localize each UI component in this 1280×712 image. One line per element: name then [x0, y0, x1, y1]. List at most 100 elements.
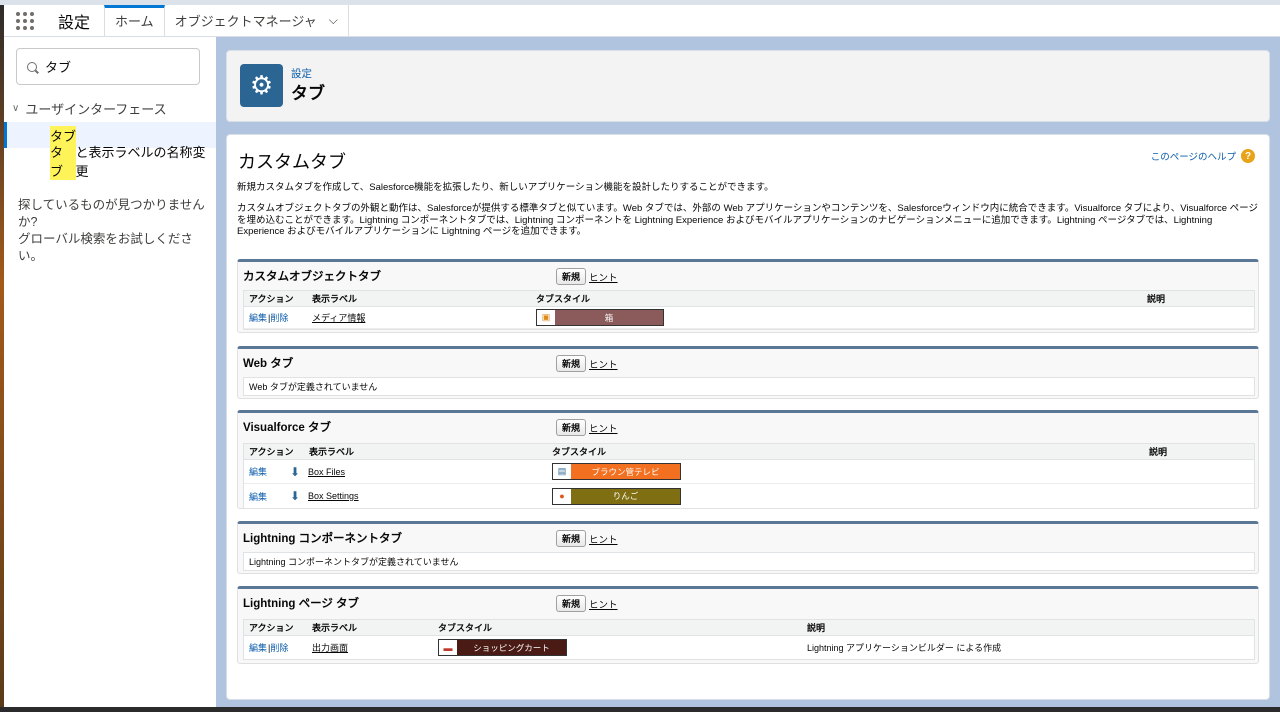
section-actions: 新規 ヒント [556, 530, 618, 547]
tab-style-name: ショッピングカート [457, 640, 566, 655]
hint-link[interactable]: ヒント [589, 532, 618, 546]
section-actions: 新規 ヒント [556, 355, 618, 372]
not-found-help: 探しているものが見つかりませんか? グローバル検索をお試しください。 [18, 197, 208, 265]
new-button[interactable]: 新規 [556, 595, 587, 612]
tab-style-name: りんご [571, 488, 680, 504]
tab-label-link[interactable]: ⬇ Box Files [288, 460, 345, 483]
tree-node-label: ユーザインターフェース [25, 102, 167, 117]
app-launcher-button[interactable] [4, 5, 46, 36]
row-actions: 編集 | 削除 [249, 636, 289, 659]
row-actions: 編集 [249, 484, 268, 508]
tab-style-name: 箱 [555, 310, 663, 325]
table-row: 編集 ⬇ Box Files ▤ ブラウン管テレビ [244, 460, 1254, 484]
hint-link[interactable]: ヒント [589, 270, 618, 284]
tab-label-link[interactable]: メディア情報 [312, 307, 365, 328]
col-label: 表示ラベル [309, 447, 355, 457]
hint-link[interactable]: ヒント [589, 597, 618, 611]
tab-style-name: ブラウン管テレビ [571, 464, 680, 479]
tab-style-swatch: ● りんご [552, 487, 681, 505]
section-actions: 新規 ヒント [556, 419, 618, 436]
col-action: アクション [249, 623, 294, 633]
col-action: アクション [249, 447, 294, 457]
page-help-link[interactable]: このページのヘルプ ? [1151, 149, 1255, 163]
lightning-page-tabs-section: Lightning ページ タブ 新規 ヒント アクション 表示ラベル タブスタ… [237, 586, 1259, 664]
global-nav-bar: 設定 ホーム オブジェクトマネージャ ⌵ [4, 5, 1280, 37]
chevron-down-icon[interactable]: ∨ [12, 103, 19, 114]
delete-link[interactable]: 削除 [270, 641, 288, 654]
not-found-line2: グローバル検索をお試しください。 [18, 232, 193, 263]
hint-link[interactable]: ヒント [589, 357, 618, 371]
quick-find-input[interactable]: タブ [16, 48, 200, 85]
tab-object-manager-label: オブジェクトマネージャ [174, 14, 317, 29]
apple-icon: ● [553, 488, 571, 504]
table-row: 編集 ⬇ Box Settings ● りんご [244, 484, 1254, 508]
setup-sidebar: タブ ∨ ユーザインターフェース タブ タブ と表示ラベルの名称変更 探しているも… [4, 37, 216, 707]
page-title: タブ [291, 84, 325, 103]
web-tabs-section: Web タブ 新規 ヒント Web タブが定義されていません [237, 346, 1259, 399]
download-icon: ⬇ [289, 489, 301, 503]
empty-message: Web タブが定義されていません [243, 377, 1255, 396]
tab-home[interactable]: ホーム [104, 5, 165, 36]
chevron-down-icon[interactable]: ⌵ [329, 13, 338, 28]
taskbar-edge [0, 707, 1280, 712]
edit-link[interactable]: 編集 [249, 641, 267, 654]
intro-text: 新規カスタムタブを作成して、Salesforce機能を拡張したり、新しいアプリケ… [237, 182, 774, 193]
col-style: タブスタイル [438, 623, 493, 633]
sidebar-item-rename-tabs-labels[interactable]: タブ と表示ラベルの名称変更 [4, 142, 216, 180]
tab-label: メディア情報 [312, 313, 366, 323]
edit-link[interactable]: 編集 [249, 465, 267, 478]
main-content: カスタムタブ このページのヘルプ ? 新規カスタムタブを作成して、Salesfo… [226, 134, 1270, 700]
new-button[interactable]: 新規 [556, 419, 587, 436]
row-actions: 編集 [249, 460, 268, 483]
tab-style-swatch: ▬ ショッピングカート [438, 639, 567, 656]
sidebar-item-label: と表示ラベルの名称変更 [75, 145, 206, 179]
section-title: カスタムオブジェクトタブ [243, 271, 381, 283]
col-style: タブスタイル [536, 294, 591, 304]
table-row: 編集 | 削除 出力画面 ▬ ショッピングカート Lightning アプリケー… [244, 636, 1254, 659]
waffle-icon [16, 11, 34, 30]
search-icon [27, 61, 37, 72]
col-label: 表示ラベル [312, 623, 358, 633]
col-style: タブスタイル [552, 447, 607, 457]
section-title: Web タブ [243, 358, 294, 370]
tab-label: 出力画面 [312, 643, 349, 653]
new-button[interactable]: 新規 [556, 530, 587, 547]
download-icon: ⬇ [289, 464, 301, 479]
not-found-line1: 探しているものが見つかりませんか? [18, 198, 205, 229]
page-header: ⚙ 設定 タブ [226, 50, 1270, 122]
tab-style-cell: ▬ ショッピングカート [438, 636, 567, 659]
intro-description: カスタムオブジェクトタブの外観と動作は、Salesforceが提供する標準タブと… [237, 203, 1258, 237]
new-button[interactable]: 新規 [556, 355, 587, 372]
tab-description: Lightning アプリケーションビルダー による作成 [807, 643, 1002, 653]
tab-style-cell: ▣ 箱 [536, 307, 664, 328]
section-actions: 新規 ヒント [556, 595, 618, 612]
edit-link[interactable]: 編集 [249, 311, 267, 324]
section-actions: 新規 ヒント [556, 268, 618, 285]
table-header: アクション 表示ラベル タブスタイル 説明 [244, 291, 1254, 307]
tree-node-user-interface[interactable]: ∨ ユーザインターフェース [12, 99, 167, 118]
delete-link[interactable]: 削除 [270, 311, 288, 324]
col-desc: 説明 [1147, 294, 1166, 304]
tab-style-cell: ● りんご [552, 484, 681, 508]
search-highlight: タブ [50, 142, 76, 180]
custom-object-tabs-table: アクション 表示ラベル タブスタイル 説明 編集 | 削除 メディア情報 ▣ 箱 [243, 290, 1255, 330]
hint-link[interactable]: ヒント [589, 421, 618, 435]
tab-style-swatch: ▤ ブラウン管テレビ [552, 463, 681, 480]
section-title: Lightning コンポーネントタブ [243, 533, 403, 545]
col-action: アクション [249, 294, 294, 304]
visualforce-tabs-section: Visualforce タブ 新規 ヒント アクション 表示ラベル タブスタイル… [237, 410, 1259, 509]
row-actions: 編集 | 削除 [249, 307, 289, 328]
quick-find-value: タブ [45, 60, 72, 75]
lightning-component-tabs-section: Lightning コンポーネントタブ 新規 ヒント Lightning コンポ… [237, 521, 1259, 574]
col-desc: 説明 [807, 623, 826, 633]
tab-label: Box Settings [308, 491, 359, 501]
col-desc: 説明 [1149, 447, 1168, 457]
tab-label-link[interactable]: 出力画面 [312, 636, 348, 659]
tab-label-link[interactable]: ⬇ Box Settings [288, 484, 359, 508]
edit-link[interactable]: 編集 [249, 490, 267, 503]
table-header: アクション 表示ラベル タブスタイル 説明 [244, 444, 1254, 460]
help-icon: ? [1241, 149, 1255, 163]
tab-object-manager[interactable]: オブジェクトマネージャ ⌵ [165, 5, 349, 36]
table-row: 編集 | 削除 メディア情報 ▣ 箱 [244, 307, 1254, 329]
new-button[interactable]: 新規 [556, 268, 587, 285]
